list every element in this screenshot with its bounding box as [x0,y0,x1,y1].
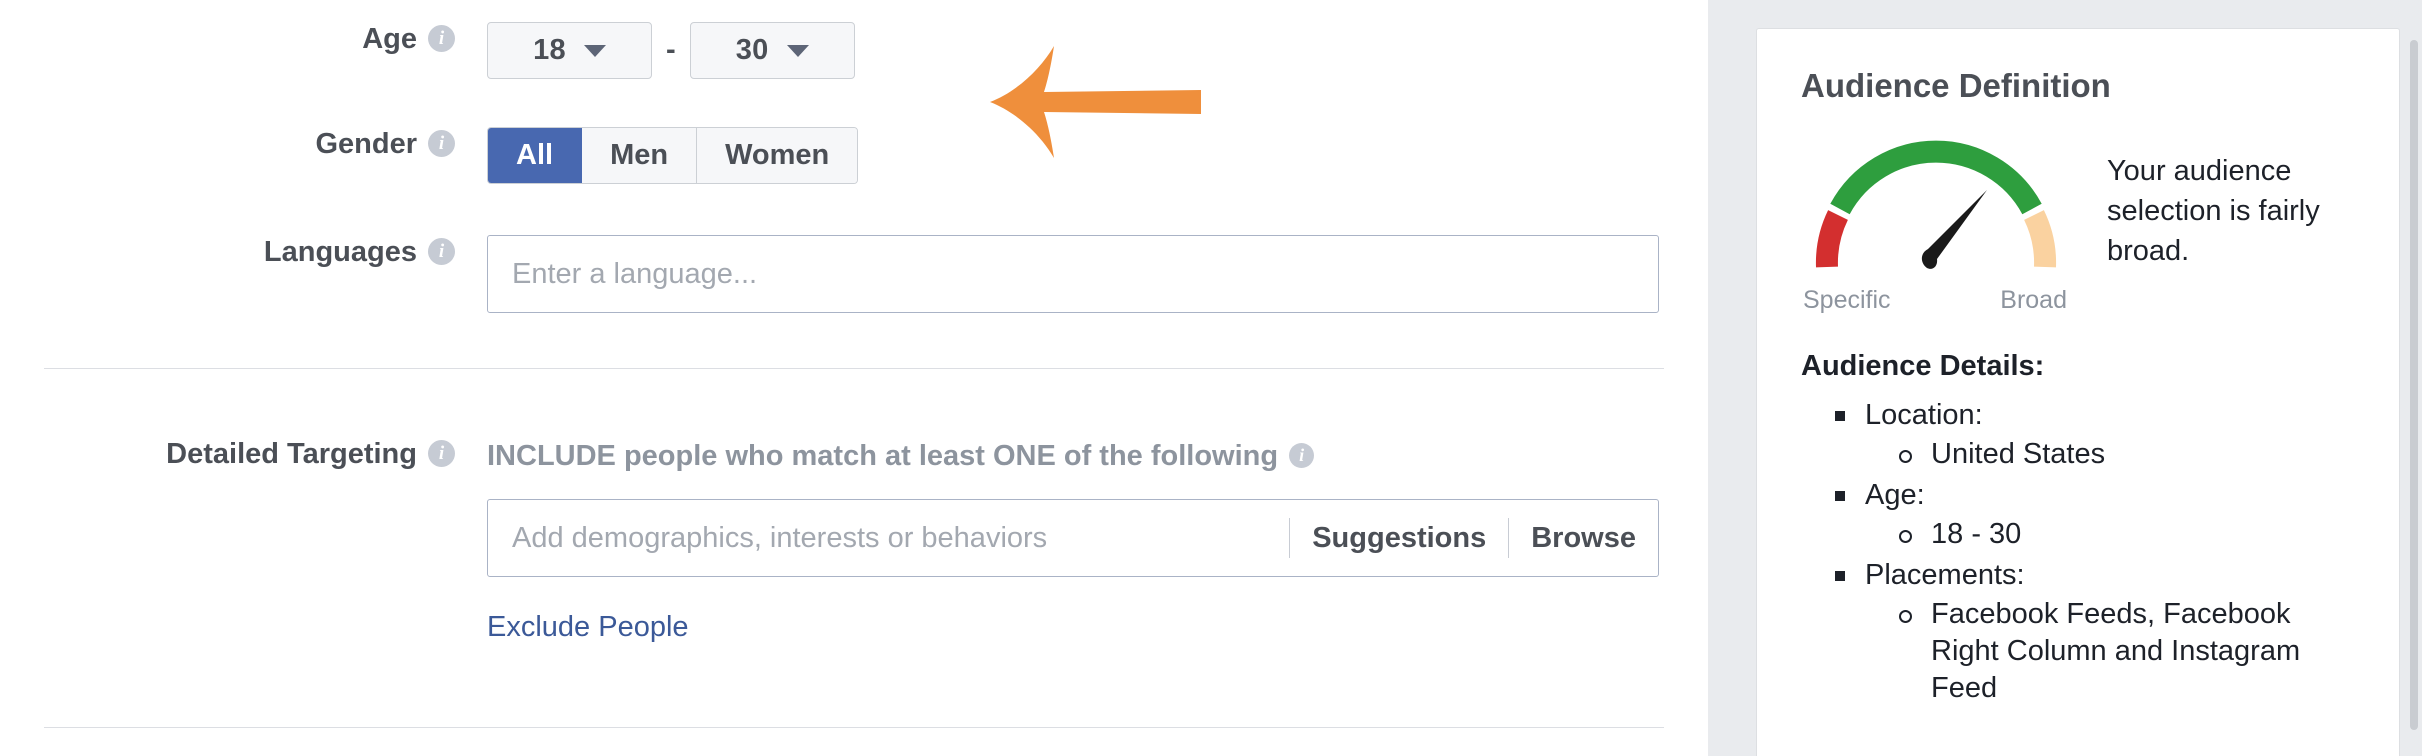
age-max-select[interactable]: 30 [689,22,855,79]
list-item: Age: 18 - 30 [1835,475,2355,553]
audience-form-pane: Age i 18 - 30 Gender i All Men Women Lan… [0,0,1708,756]
audience-gauge-icon [1815,140,2057,269]
detail-sublist: 18 - 30 [1865,516,2355,553]
gender-option-women[interactable]: Women [697,128,858,183]
list-item: United States [1899,436,2355,473]
vertical-scrollbar[interactable] [2410,40,2418,730]
list-item: Facebook Feeds, Facebook Right Column an… [1899,596,2355,707]
info-icon[interactable]: i [428,129,455,157]
detail-sublist: Facebook Feeds, Facebook Right Column an… [1865,596,2355,707]
section-divider [44,368,1664,369]
ads-manager-audience-screen: Age i 18 - 30 Gender i All Men Women Lan… [0,0,2422,756]
left-arrow-icon [990,46,1201,158]
audience-definition-card: Audience Definition Specific Broad Your … [1756,28,2400,756]
age-max-value: 30 [735,34,769,66]
list-item: 18 - 30 [1899,516,2355,553]
info-icon[interactable]: i [1289,442,1315,468]
info-icon[interactable]: i [428,439,455,467]
info-icon[interactable]: i [428,24,455,52]
detailed-targeting-label: Detailed Targeting i [0,437,455,471]
age-row: Age i 18 - 30 [0,22,855,79]
divider-icon [1508,518,1510,558]
list-item: Placements: Facebook Feeds, Facebook Rig… [1835,555,2355,707]
gauge-label-specific: Specific [1803,286,1891,314]
age-range-separator: - [666,34,676,66]
age-min-value: 18 [533,34,566,66]
info-icon[interactable]: i [428,237,455,265]
section-divider [44,727,1664,728]
detail-label: Placements: [1865,559,2025,591]
detailed-targeting-row: Detailed Targeting i INCLUDE people who m… [0,437,1659,644]
suggestions-button[interactable]: Suggestions [1312,522,1486,555]
audience-definition-pane: Audience Definition Specific Broad Your … [1738,0,2422,756]
gender-segmented-control: All Men Women [487,127,859,184]
audience-details-title: Audience Details: [1801,350,2045,382]
include-heading-text: INCLUDE people who match at least ONE of… [487,440,1279,472]
include-heading: INCLUDE people who match at least ONE of… [487,437,1659,473]
gauge-labels: Specific Broad [1801,286,2071,315]
age-label: Age i [0,22,455,56]
audience-gauge-block: Specific Broad Your audience selection i… [1801,127,2355,315]
age-label-text: Age [362,23,417,55]
detailed-targeting-placeholder: Add demographics, interests or behaviors [512,522,1048,554]
gauge-needle-icon [1921,190,1987,269]
chevron-down-icon [786,44,809,57]
languages-placeholder: Enter a language... [512,258,758,290]
languages-label-text: Languages [263,236,417,268]
pane-gutter [1708,0,1738,756]
languages-row: Languages i Enter a language... [0,235,1659,313]
detail-label: Location: [1865,399,1983,431]
gauge-wrap: Specific Broad [1801,127,2071,315]
list-item: Location: United States [1835,395,2355,473]
audience-message: Your audience selection is fairly broad. [2107,155,2320,267]
gender-label: Gender i [0,127,455,161]
languages-input[interactable]: Enter a language... [487,235,1659,313]
age-controls: 18 - 30 [487,22,855,79]
detail-sublist: United States [1865,436,2355,473]
gender-row: Gender i All Men Women [0,127,859,184]
page-title: Audience Definition [1801,67,2111,104]
browse-button[interactable]: Browse [1531,522,1636,555]
detailed-targeting-label-text: Detailed Targeting [166,438,417,470]
gender-label-text: Gender [315,128,417,160]
audience-details-list: Location: United States Age: 18 - 30 Pla… [1801,395,2355,707]
detailed-targeting-actions: Suggestions Browse [1267,516,1636,560]
divider-icon [1289,518,1291,558]
detailed-targeting-content: INCLUDE people who match at least ONE of… [487,437,1659,644]
age-min-select[interactable]: 18 [487,22,652,79]
gender-option-all[interactable]: All [488,128,583,183]
detailed-targeting-input[interactable]: Add demographics, interests or behaviors… [487,499,1659,577]
gauge-label-broad: Broad [2000,286,2067,314]
languages-label: Languages i [0,235,455,269]
detail-label: Age: [1865,479,1925,511]
gender-option-men[interactable]: Men [582,128,698,183]
chevron-down-icon [583,44,606,57]
exclude-people-link[interactable]: Exclude People [487,611,689,644]
